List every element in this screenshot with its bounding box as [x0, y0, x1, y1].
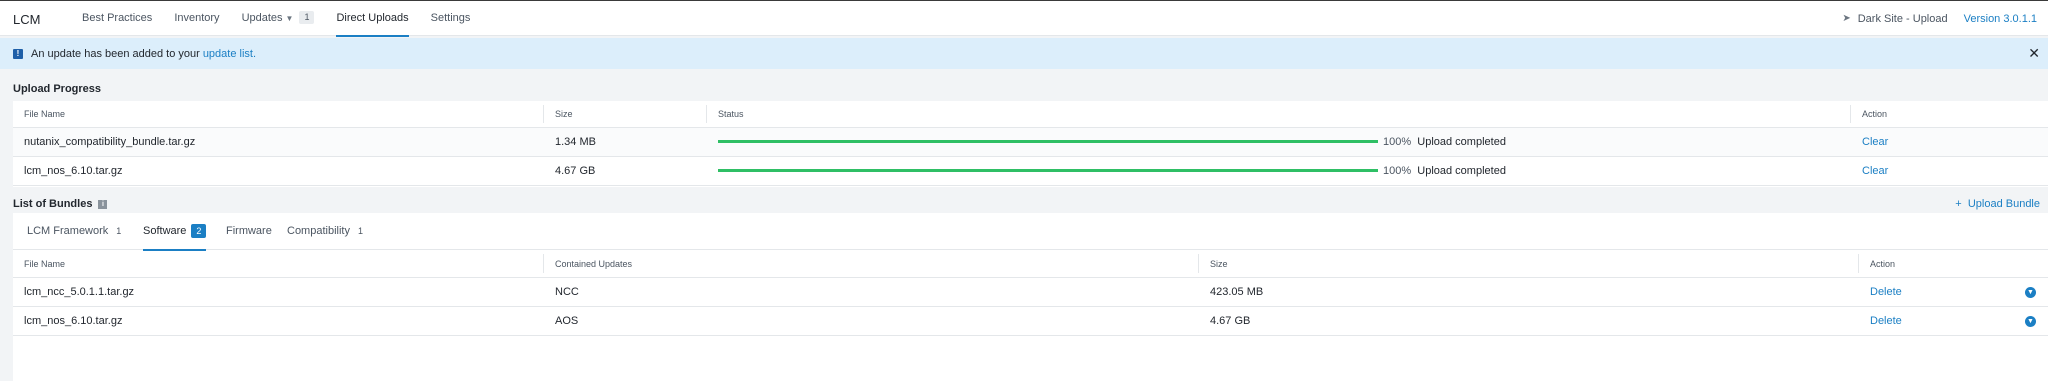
table-header: File Name Size Status Action: [13, 101, 2048, 128]
delete-action-cell: Delete: [1859, 278, 1902, 306]
nav-label: Best Practices: [82, 12, 153, 24]
upload-status: 100% Upload completed: [1383, 157, 1506, 185]
bundle-tabs: LCM Framework 1 Software 2 Firmware Compat…: [13, 213, 2048, 251]
table-row: nutanix_compatibility_bundle.tar.gz 1.34…: [13, 128, 2048, 157]
tab-label: LCM Framework: [27, 225, 109, 237]
clear-link[interactable]: Clear: [1862, 136, 1888, 148]
banner-text: An update has been added to your: [31, 47, 200, 60]
tab-count: 1: [116, 226, 122, 236]
column-header: File Name: [24, 109, 66, 119]
table-header: File Name Contained Updates Size Action: [13, 250, 2048, 278]
delete-link[interactable]: Delete: [1870, 315, 1902, 327]
progress-bar-fill: [718, 140, 1378, 143]
rocket-icon: ➤: [1842, 13, 1851, 24]
site-label: Dark Site - Upload: [1857, 12, 1948, 25]
tab-label: Compatibility: [287, 225, 350, 237]
delete-action-cell: Delete: [1859, 307, 1902, 335]
nav-best-practices[interactable]: Best Practices: [82, 1, 152, 36]
header-actions: ➤ Dark Site - Upload Version 3.0.1.1: [1842, 1, 2037, 36]
clear-link[interactable]: Clear: [1862, 165, 1888, 177]
expand-cell: ▼: [2014, 307, 2036, 335]
column-header: File Name: [24, 258, 66, 269]
update-list-link[interactable]: update list.: [203, 48, 256, 60]
column-header: Action: [1862, 109, 1888, 119]
file-name: lcm_ncc_5.0.1.1.tar.gz: [24, 286, 135, 298]
table-row: lcm_nos_6.10.tar.gz AOS 4.67 GB Delete ▼: [13, 307, 2048, 336]
updates-count-badge: 1: [299, 11, 315, 24]
progress-percent: 100%: [1383, 136, 1412, 148]
delete-link[interactable]: Delete: [1870, 286, 1902, 298]
column-header: Contained Updates: [555, 258, 633, 269]
upload-bundle-label: Upload Bundle: [1967, 198, 2040, 210]
tab-firmware[interactable]: Firmware: [226, 213, 272, 250]
bundle-size: 423.05 MB: [1210, 286, 1264, 298]
tab-software[interactable]: Software 2: [143, 213, 207, 251]
progress-bar-fill: [718, 169, 1378, 172]
nav-updates[interactable]: Updates ▼ 1: [242, 1, 315, 36]
contained-updates: AOS: [555, 315, 579, 327]
tab-lcm-framework[interactable]: LCM Framework 1: [27, 213, 121, 250]
nav-inventory[interactable]: Inventory: [174, 1, 219, 36]
tab-count: 1: [357, 226, 363, 236]
upload-progress-title: Upload Progress: [13, 83, 102, 95]
file-name: lcm_nos_6.10.tar.gz: [24, 315, 123, 327]
top-nav-bar: LCM Best Practices Inventory Updates ▼ 1 D…: [0, 0, 2048, 37]
progress-bar: [718, 169, 1378, 172]
upload-status: 100% Upload completed: [1383, 128, 1506, 156]
plus-icon: +: [1955, 198, 1962, 210]
progress-percent: 100%: [1383, 165, 1412, 177]
chevron-down-icon[interactable]: ▼: [2025, 286, 2036, 298]
nav-label: Updates: [241, 12, 283, 24]
version-link[interactable]: Version 3.0.1.1: [1964, 13, 2037, 25]
table-row: lcm_ncc_5.0.1.1.tar.gz NCC 423.05 MB Del…: [13, 278, 2048, 307]
info-icon: !: [13, 48, 23, 59]
expand-cell: ▼: [2014, 278, 2036, 306]
bundle-size: 4.67 GB: [1210, 315, 1251, 327]
info-banner: ! An update has been added to your updat…: [0, 38, 2048, 69]
file-name: nutanix_compatibility_bundle.tar.gz: [24, 136, 196, 148]
file-name: lcm_nos_6.10.tar.gz: [24, 165, 123, 177]
chevron-down-icon[interactable]: ▼: [2025, 315, 2036, 327]
column-header: Size: [1210, 258, 1228, 269]
column-header: Size: [555, 109, 573, 119]
file-size: 1.34 MB: [555, 136, 596, 148]
dark-site-upload-link[interactable]: ➤ Dark Site - Upload: [1842, 13, 1947, 25]
file-size: 4.67 GB: [555, 165, 596, 177]
close-icon[interactable]: ✕: [2028, 46, 2040, 60]
chevron-down-icon: ▼: [285, 14, 294, 23]
nav-settings[interactable]: Settings: [431, 1, 471, 36]
contained-updates: NCC: [555, 286, 579, 298]
nav-label: Inventory: [174, 12, 220, 24]
list-of-bundles-title: List of Bundles i: [13, 198, 108, 210]
main-nav: Best Practices Inventory Updates ▼ 1 Direc…: [82, 1, 492, 37]
upload-bundle-button[interactable]: + Upload Bundle: [1955, 198, 2040, 210]
nav-label: Settings: [430, 12, 471, 24]
tab-compatibility[interactable]: Compatibility 1: [287, 213, 363, 250]
info-icon[interactable]: i: [98, 200, 108, 209]
tab-label: Software: [143, 225, 187, 237]
bundles-panel: LCM Framework 1 Software 2 Firmware Compat…: [13, 213, 2048, 381]
column-header: Status: [718, 109, 744, 119]
table-row: lcm_nos_6.10.tar.gz 4.67 GB 100% Upload …: [13, 157, 2048, 186]
progress-bar: [718, 140, 1378, 143]
status-text: Upload completed: [1417, 136, 1506, 148]
status-text: Upload completed: [1417, 165, 1506, 177]
nav-label: Direct Uploads: [336, 12, 409, 24]
nav-direct-uploads[interactable]: Direct Uploads: [336, 1, 409, 37]
app-title: LCM: [13, 12, 41, 27]
tab-label: Firmware: [226, 225, 272, 237]
upload-progress-table: File Name Size Status Action nutanix_com…: [13, 101, 2048, 187]
clear-action-cell: Clear: [1851, 128, 1888, 156]
clear-action-cell: Clear: [1851, 157, 1888, 185]
column-header: Action: [1870, 258, 1896, 269]
bundles-title-text: List of Bundles: [13, 198, 93, 210]
tab-count: 2: [191, 224, 207, 238]
